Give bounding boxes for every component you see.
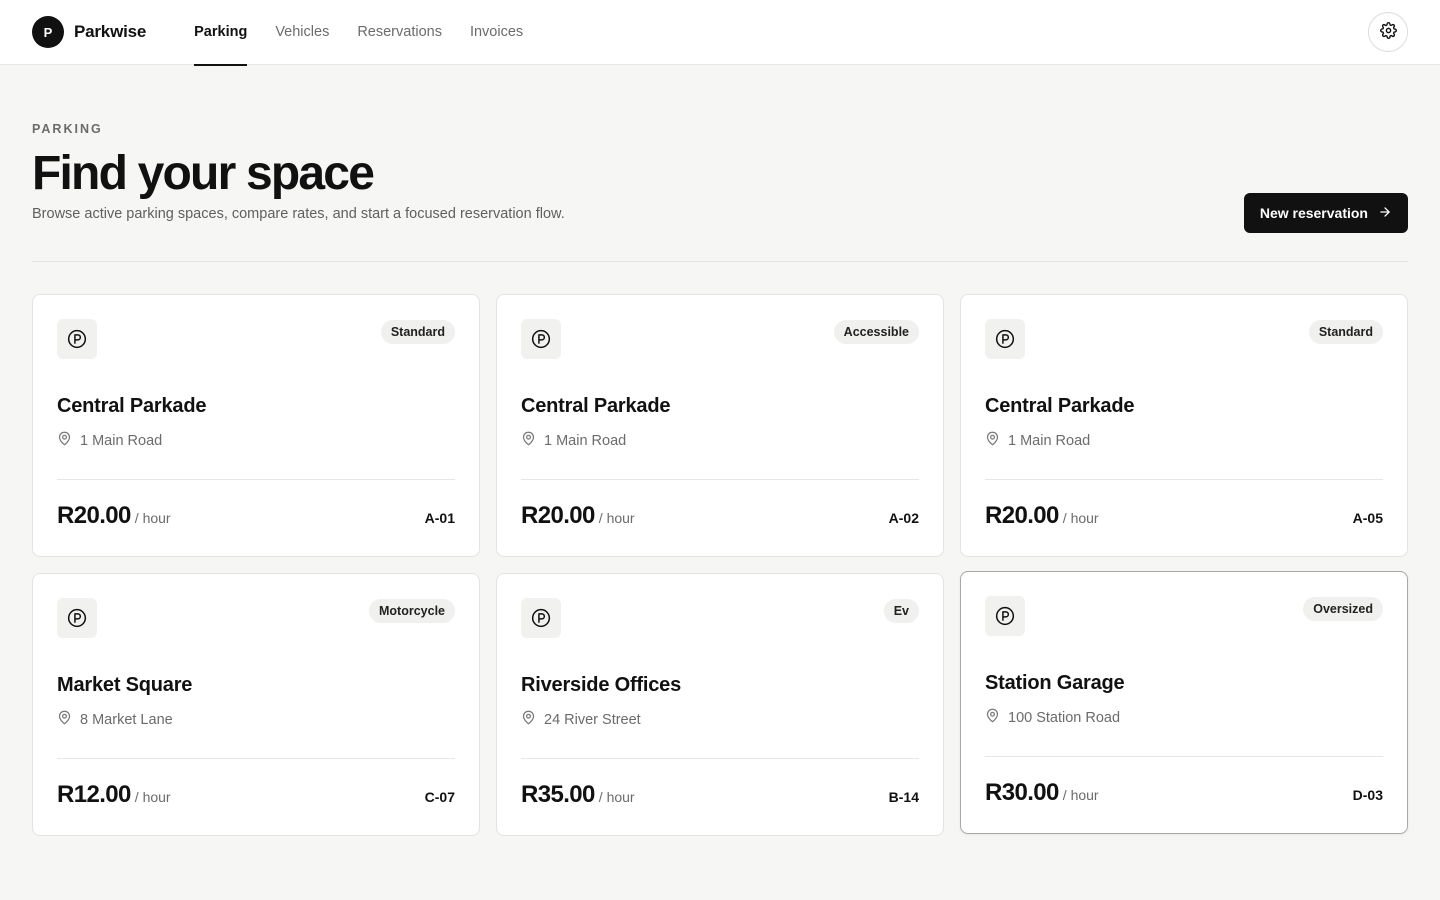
new-reservation-label: New reservation: [1259, 205, 1368, 221]
hourly-rate: R12.00/ hour: [57, 781, 171, 809]
address-text: 24 River Street: [544, 711, 641, 728]
address-text: 1 Main Road: [80, 432, 163, 449]
location-address: 8 Market Lane: [57, 710, 455, 729]
brand[interactable]: P Parkwise: [32, 16, 146, 48]
location-address: 1 Main Road: [985, 431, 1383, 450]
parking-page: PARKING Find your space Browse active pa…: [0, 65, 1440, 836]
parking-icon: [985, 596, 1025, 636]
map-pin-icon: [57, 710, 72, 729]
address-text: 1 Main Road: [1008, 432, 1091, 449]
page-eyebrow: PARKING: [32, 122, 103, 136]
nav-item-vehicles[interactable]: Vehicles: [275, 0, 329, 65]
card-divider: [57, 479, 455, 480]
space-code: C-07: [424, 789, 455, 805]
map-pin-icon: [521, 710, 536, 729]
address-text: 8 Market Lane: [80, 711, 173, 728]
space-code: D-03: [1352, 787, 1383, 803]
hourly-rate: R30.00/ hour: [985, 779, 1099, 807]
location-name: Market Square: [57, 674, 193, 696]
rate-price: R20.00: [57, 502, 131, 529]
brand-name: Parkwise: [74, 22, 147, 41]
location-address: 24 River Street: [521, 710, 919, 729]
hourly-rate: R35.00/ hour: [521, 781, 635, 809]
hourly-rate: R20.00/ hour: [521, 502, 635, 530]
rate-price: R20.00: [985, 502, 1059, 529]
parking-space-grid: Standard Central Parkade 1 Main Road R20…: [32, 294, 1408, 836]
parking-icon: [521, 598, 561, 638]
parking-space-card[interactable]: Standard Central Parkade 1 Main Road R20…: [960, 294, 1408, 557]
location-name: Central Parkade: [521, 395, 671, 417]
map-pin-icon: [985, 431, 1000, 450]
rate-unit: / hour: [598, 789, 635, 805]
location-address: 1 Main Road: [57, 431, 455, 450]
space-type-badge: Motorcycle: [369, 599, 455, 623]
parking-space-card[interactable]: Accessible Central Parkade 1 Main Road R…: [496, 294, 944, 557]
location-name: Central Parkade: [57, 395, 207, 417]
gear-icon: [1379, 22, 1397, 42]
rate-unit: / hour: [134, 510, 171, 526]
map-pin-icon: [985, 708, 1000, 727]
nav-item-reservations[interactable]: Reservations: [357, 0, 442, 65]
rate-price: R35.00: [521, 781, 595, 808]
parking-icon: [57, 598, 97, 638]
arrow-right-icon: [1378, 205, 1392, 222]
nav-item-invoices[interactable]: Invoices: [470, 0, 523, 65]
parking-icon: [985, 319, 1025, 359]
location-name: Riverside Offices: [521, 674, 682, 696]
location-name: Central Parkade: [985, 395, 1135, 417]
parking-space-card[interactable]: Standard Central Parkade 1 Main Road R20…: [32, 294, 480, 557]
space-type-badge: Accessible: [833, 320, 919, 344]
card-divider: [985, 479, 1383, 480]
page-subtitle: Browse active parking spaces, compare ra…: [32, 206, 565, 222]
address-text: 100 Station Road: [1008, 709, 1121, 726]
card-divider: [985, 756, 1383, 757]
space-type-badge: Standard: [1308, 320, 1383, 344]
page-heading: PARKING Find your space Browse active pa…: [32, 65, 1408, 262]
rate-price: R20.00: [521, 502, 595, 529]
nav-item-parking[interactable]: Parking: [194, 0, 248, 66]
space-code: A-05: [1352, 510, 1383, 526]
parking-icon: [57, 319, 97, 359]
rate-price: R30.00: [985, 779, 1059, 806]
rate-price: R12.00: [57, 781, 131, 808]
location-name: Station Garage: [985, 672, 1125, 694]
settings-button[interactable]: [1368, 12, 1408, 52]
rate-unit: / hour: [1062, 510, 1099, 526]
map-pin-icon: [57, 431, 72, 450]
address-text: 1 Main Road: [544, 432, 627, 449]
hourly-rate: R20.00/ hour: [985, 502, 1099, 530]
space-code: A-01: [424, 510, 455, 526]
new-reservation-button[interactable]: New reservation: [1243, 193, 1408, 233]
parking-space-card[interactable]: Motorcycle Market Square 8 Market Lane R…: [32, 573, 480, 836]
parking-space-card[interactable]: Oversized Station Garage 100 Station Roa…: [960, 571, 1408, 834]
space-code: A-02: [888, 510, 919, 526]
top-navigation-bar: P Parkwise Parking Vehicles Reservations…: [0, 0, 1440, 66]
page-title: Find your space: [32, 147, 375, 200]
location-address: 1 Main Road: [521, 431, 919, 450]
space-type-badge: Ev: [883, 599, 919, 623]
map-pin-icon: [521, 431, 536, 450]
space-type-badge: Oversized: [1303, 597, 1383, 621]
card-divider: [521, 758, 919, 759]
rate-unit: / hour: [134, 789, 171, 805]
brand-logo: P: [32, 16, 64, 48]
parking-space-card[interactable]: Ev Riverside Offices 24 River Street R35…: [496, 573, 944, 836]
space-code: B-14: [888, 789, 919, 805]
parking-icon: [521, 319, 561, 359]
card-divider: [57, 758, 455, 759]
location-address: 100 Station Road: [985, 708, 1383, 727]
main-nav: Parking Vehicles Reservations Invoices: [194, 0, 523, 66]
space-type-badge: Standard: [380, 320, 455, 344]
hourly-rate: R20.00/ hour: [57, 502, 171, 530]
card-divider: [521, 479, 919, 480]
rate-unit: / hour: [598, 510, 635, 526]
rate-unit: / hour: [1062, 787, 1099, 803]
